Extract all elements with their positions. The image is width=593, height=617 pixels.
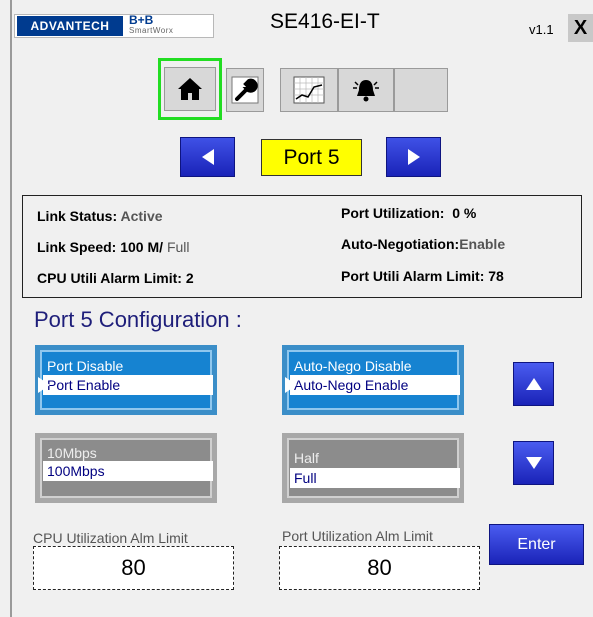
version-label: v1.1: [529, 22, 554, 37]
next-port-button[interactable]: [386, 137, 441, 177]
triangle-down-icon: [525, 457, 542, 469]
link-speed: Link Speed: 100 M/ Full: [37, 239, 190, 255]
duplex-list[interactable]: Half Full: [282, 433, 464, 503]
triangle-left-icon: [201, 149, 214, 165]
list-item-selected[interactable]: Auto-Nego Enable: [290, 375, 460, 395]
alarm-tab-button[interactable]: [338, 68, 394, 112]
list-item[interactable]: Half: [290, 448, 460, 468]
wrench-icon: [231, 76, 259, 104]
link-speed-label: Link Speed: 100 M/: [37, 239, 164, 255]
link-speed-duplex: Full: [166, 239, 190, 255]
scroll-up-button[interactable]: [513, 362, 554, 406]
brand-tertiary: SmartWorx: [129, 26, 174, 35]
prev-port-button[interactable]: [180, 137, 235, 177]
app-title: SE416-EI-T: [270, 10, 380, 33]
link-status-value: Active: [120, 208, 163, 224]
alarm-bell-icon: [353, 80, 379, 102]
port-utilization-value: 0 %: [452, 205, 477, 221]
triangle-right-icon: [407, 149, 420, 165]
settings-tab-button[interactable]: [226, 68, 264, 112]
close-button[interactable]: X: [568, 14, 593, 42]
auto-negotiation-value: Enable: [459, 236, 506, 252]
link-status: Link Status: Active: [37, 208, 163, 224]
config-title: Port 5 Configuration :: [34, 307, 242, 332]
list-item[interactable]: Auto-Nego Disable: [290, 356, 460, 376]
autoneg-list[interactable]: Auto-Nego Disable Auto-Nego Enable: [282, 345, 464, 415]
list-item-selected[interactable]: Full: [290, 468, 460, 488]
blank-tab-button[interactable]: [394, 68, 448, 112]
scroll-down-button[interactable]: [513, 441, 554, 485]
home-tab-button[interactable]: [158, 58, 222, 120]
brand-secondary: B+B: [129, 13, 154, 27]
port-limit-input[interactable]: 80: [279, 546, 480, 590]
port-utilization-label: Port Utilization:: [341, 205, 445, 221]
chart-icon: [293, 76, 325, 104]
link-status-label: Link Status:: [37, 208, 118, 224]
port-status-panel: Link Status: Active Link Speed: 100 M/ F…: [22, 195, 582, 298]
statistics-tab-button[interactable]: [280, 68, 338, 112]
cpu-limit-input[interactable]: 80: [33, 546, 234, 590]
port-utilization: Port Utilization: 0 %: [341, 205, 476, 221]
list-item-selected[interactable]: 100Mbps: [43, 461, 213, 481]
selection-arrow-icon: [285, 377, 297, 393]
speed-list[interactable]: 10Mbps 100Mbps: [35, 433, 217, 503]
enter-button[interactable]: Enter: [489, 524, 584, 565]
home-icon: [178, 78, 202, 100]
list-item-selected[interactable]: Port Enable: [43, 375, 213, 395]
brand-primary: ADVANTECH: [17, 16, 123, 36]
selection-arrow-icon: [38, 377, 50, 393]
auto-negotiation: Auto-Negotiation:Enable: [341, 236, 505, 252]
cpu-alarm-limit: CPU Utili Alarm Limit: 2: [37, 270, 194, 286]
port-limit-label: Port Utilization Alm Limit: [282, 528, 433, 544]
triangle-up-icon: [525, 378, 542, 390]
list-item[interactable]: Port Disable: [43, 356, 213, 376]
port-alarm-limit: Port Utili Alarm Limit: 78: [341, 268, 504, 284]
auto-negotiation-label: Auto-Negotiation:: [341, 236, 460, 252]
port-state-list[interactable]: Port Disable Port Enable: [35, 345, 217, 415]
current-port-label: Port 5: [261, 139, 362, 176]
cpu-limit-label: CPU Utilization Alm Limit: [33, 530, 188, 546]
brand-logo: ADVANTECH B+B SmartWorx: [14, 14, 214, 38]
list-item[interactable]: 10Mbps: [43, 443, 213, 463]
